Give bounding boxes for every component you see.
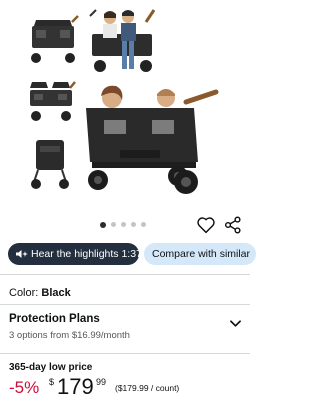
- product-image-wagon-folded[interactable]: [30, 136, 72, 192]
- compare-similar-button[interactable]: Compare with similar: [144, 243, 256, 265]
- hear-highlights-button[interactable]: Hear the highlights 1:37: [8, 243, 142, 265]
- color-value: Black: [41, 287, 71, 299]
- color-selector[interactable]: Color: Black: [9, 287, 71, 299]
- unit-price: ($179.99 / count): [115, 383, 180, 393]
- product-image-wagon-front[interactable]: [26, 14, 80, 66]
- share-icon[interactable]: [224, 216, 242, 234]
- pagination-dot[interactable]: [121, 222, 126, 227]
- pagination-dot-active[interactable]: [100, 221, 106, 228]
- pagination-dot[interactable]: [111, 222, 116, 227]
- color-label: Color:: [9, 287, 39, 299]
- sparkle-speaker-icon: [16, 250, 28, 258]
- divider: [0, 274, 250, 275]
- product-image-wagon-side[interactable]: [26, 78, 76, 124]
- product-image-gallery[interactable]: [0, 0, 250, 212]
- protection-plans-section[interactable]: Protection Plans 3 options from $16.99/m…: [9, 313, 241, 341]
- product-image-main[interactable]: [82, 80, 224, 198]
- protection-plans-subtitle: 3 options from $16.99/month: [9, 330, 130, 341]
- divider: [0, 353, 250, 354]
- image-pagination: [100, 221, 152, 229]
- heart-icon[interactable]: [196, 216, 216, 234]
- compare-similar-label: Compare with similar: [152, 248, 251, 260]
- price-currency: $: [49, 377, 55, 387]
- chevron-down-icon[interactable]: [230, 320, 241, 328]
- deal-badge: 365-day low price: [9, 362, 93, 373]
- pagination-dot[interactable]: [141, 222, 146, 227]
- hear-highlights-label: Hear the highlights 1:37: [31, 248, 142, 260]
- price-whole: 179: [57, 374, 94, 399]
- price-fraction: 99: [96, 377, 107, 387]
- discount-percentage: -5%: [9, 378, 40, 397]
- protection-plans-title: Protection Plans: [9, 313, 100, 325]
- product-image-wagon-kids[interactable]: [86, 6, 158, 76]
- pagination-dot[interactable]: [131, 222, 136, 227]
- divider: [0, 304, 250, 305]
